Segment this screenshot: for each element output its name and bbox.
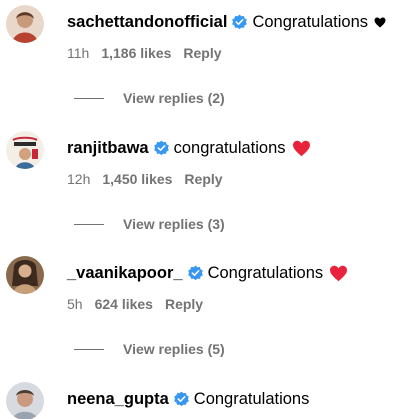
likes-count[interactable]: 1,450 likes (102, 171, 172, 187)
username-link[interactable]: neena_gupta (67, 390, 169, 409)
avatar[interactable] (6, 131, 44, 169)
red-heart-icon (292, 140, 311, 157)
comment-text: Congratulations (193, 389, 310, 408)
divider (74, 223, 104, 225)
comment-meta: 12h 1,450 likes Reply (67, 171, 223, 187)
avatar[interactable] (6, 382, 44, 419)
verified-badge-icon (173, 391, 190, 408)
view-replies-label: View replies (5) (123, 341, 225, 357)
username-link[interactable]: sachettandonofficial (67, 13, 227, 32)
comment-list: sachettandonofficial Congratulations 11h… (0, 0, 418, 419)
comment-body: _vaanikapoor_ Congratulations (67, 262, 348, 284)
view-replies-button[interactable]: View replies (3) (74, 216, 225, 232)
avatar[interactable] (6, 256, 44, 294)
comment-body: neena_gupta Congratulations (67, 388, 309, 410)
reply-button[interactable]: Reply (183, 45, 221, 61)
divider (74, 97, 104, 99)
comment-text: congratulations (173, 138, 286, 157)
avatar[interactable] (6, 5, 44, 43)
view-replies-label: View replies (2) (123, 90, 225, 106)
view-replies-button[interactable]: View replies (2) (74, 90, 225, 106)
verified-badge-icon (153, 140, 170, 157)
view-replies-button[interactable]: View replies (5) (74, 341, 225, 357)
username-link[interactable]: _vaanikapoor_ (67, 264, 183, 283)
red-heart-icon (329, 265, 348, 282)
timestamp: 12h (67, 171, 91, 187)
divider (74, 348, 104, 350)
comment-meta: 11h 1,186 likes Reply (67, 45, 222, 61)
black-heart-icon (374, 17, 386, 28)
comment-meta: 5h 624 likes Reply (67, 296, 203, 312)
view-replies-label: View replies (3) (123, 216, 225, 232)
likes-count[interactable]: 624 likes (95, 296, 153, 312)
comment-text: Congratulations (207, 263, 324, 282)
verified-badge-icon (231, 14, 248, 31)
reply-button[interactable]: Reply (165, 296, 203, 312)
likes-count[interactable]: 1,186 likes (101, 45, 171, 61)
reply-button[interactable]: Reply (184, 171, 222, 187)
comment-body: ranjitbawa congratulations (67, 137, 311, 159)
comment-body: sachettandonofficial Congratulations (67, 11, 386, 33)
timestamp: 5h (67, 296, 83, 312)
verified-badge-icon (187, 265, 204, 282)
comment-text: Congratulations (252, 12, 369, 31)
timestamp: 11h (67, 45, 90, 61)
username-link[interactable]: ranjitbawa (67, 139, 149, 158)
